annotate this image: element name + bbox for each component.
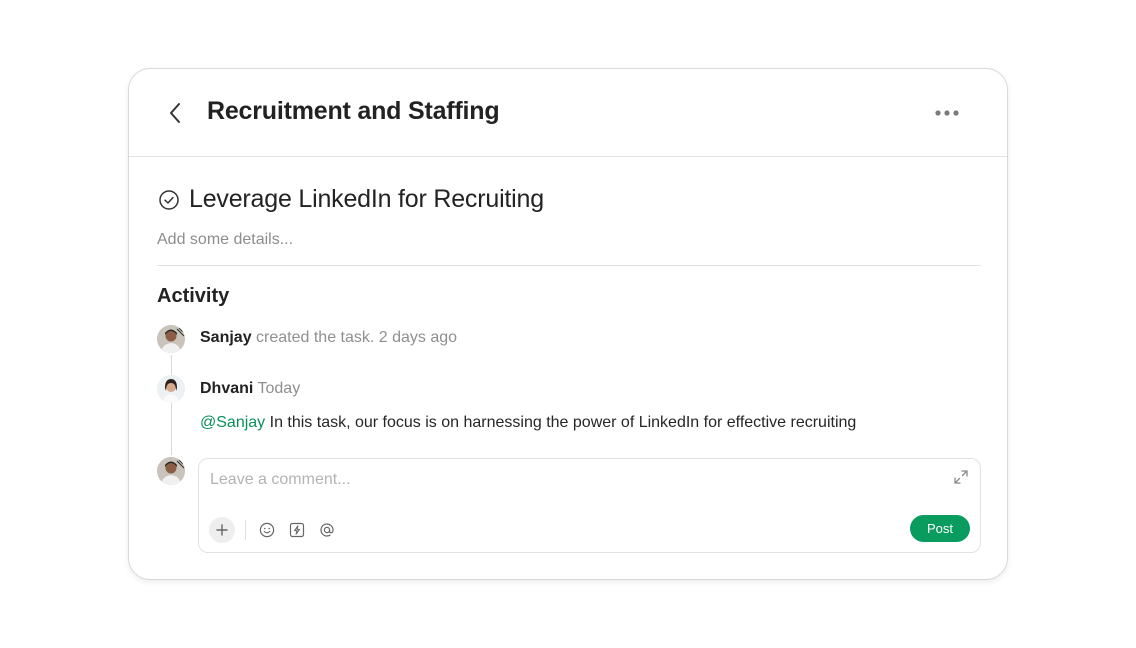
comment-text: In this task, our focus is on harnessing… xyxy=(265,414,857,431)
emoji-button[interactable] xyxy=(257,517,277,543)
avatar-current-user xyxy=(157,457,185,485)
activity-heading: Activity xyxy=(157,285,230,307)
more-options-button[interactable] xyxy=(927,101,967,125)
emoji-icon xyxy=(259,522,275,538)
task-details-input[interactable]: Add some details... xyxy=(157,231,293,249)
comment-input[interactable] xyxy=(210,469,910,491)
task-title-row: Leverage LinkedIn for Recruiting xyxy=(157,185,544,214)
page-title: Recruitment and Staffing xyxy=(207,97,500,125)
mention-link[interactable]: @Sanjay xyxy=(200,414,265,431)
current-user-avatar xyxy=(157,457,185,485)
avatar-sanjay xyxy=(157,325,185,353)
quick-action-button[interactable] xyxy=(287,517,307,543)
toolbar-separator xyxy=(245,520,246,540)
avatar-dhvani xyxy=(157,375,185,403)
expand-icon xyxy=(954,470,968,484)
activity-user[interactable]: Dhvani xyxy=(200,380,253,397)
comment-body: @Sanjay In this task, our focus is on ha… xyxy=(200,414,856,432)
post-button[interactable]: Post xyxy=(910,515,970,542)
activity-time: Today xyxy=(257,380,301,397)
lightning-icon xyxy=(289,522,305,538)
comment-composer: Post xyxy=(198,458,981,553)
add-attachment-button[interactable] xyxy=(209,517,235,543)
expand-button[interactable] xyxy=(952,468,970,486)
more-icon xyxy=(935,110,959,116)
timeline-line xyxy=(171,355,172,455)
activity-user[interactable]: Sanjay xyxy=(200,329,252,346)
at-icon xyxy=(320,523,334,537)
avatar xyxy=(157,375,185,403)
plus-icon xyxy=(216,524,228,536)
activity-text: created the task. 2 days ago xyxy=(256,329,458,346)
card-header: Recruitment and Staffing xyxy=(129,69,1007,157)
check-circle-icon[interactable] xyxy=(157,188,181,212)
divider xyxy=(157,265,981,266)
mention-button[interactable] xyxy=(317,517,337,543)
task-title[interactable]: Leverage LinkedIn for Recruiting xyxy=(189,185,544,214)
avatar xyxy=(157,325,185,353)
task-card: Recruitment and Staffing Leverage Linked… xyxy=(128,68,1008,580)
back-button[interactable] xyxy=(159,99,191,127)
activity-item: Dhvani Today xyxy=(200,380,300,398)
activity-item: Sanjay created the task. 2 days ago xyxy=(200,329,457,347)
chevron-left-icon xyxy=(170,103,180,123)
